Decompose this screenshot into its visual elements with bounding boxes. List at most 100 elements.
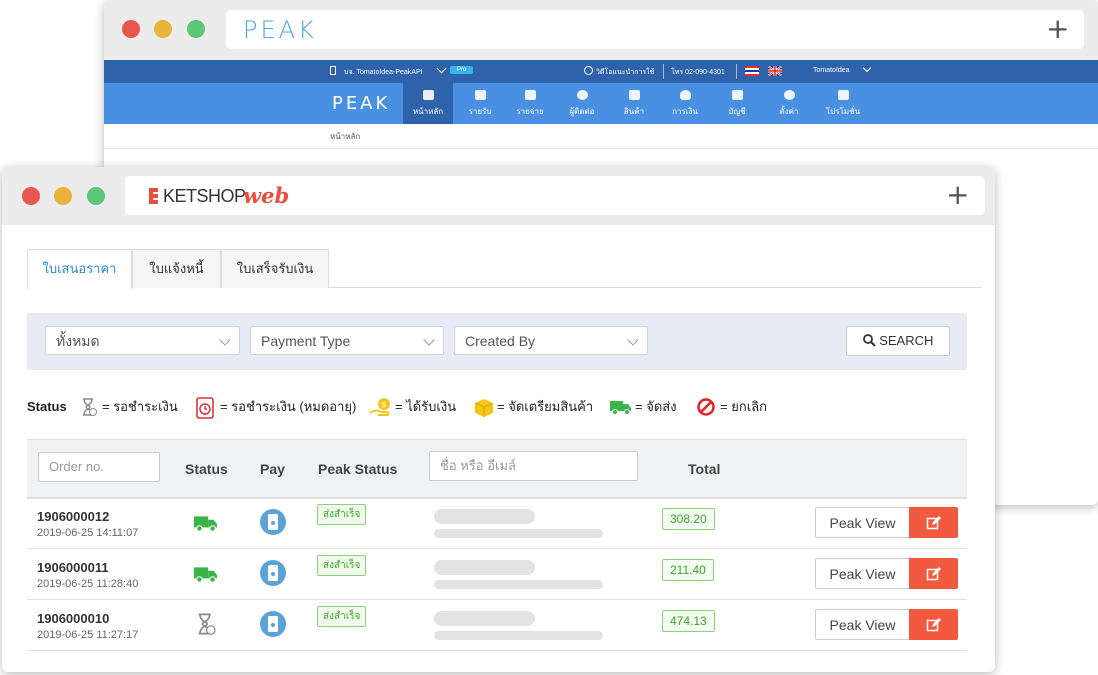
peak-nav-logo[interactable]: PEAK [332,93,390,114]
svg-text:$: $ [382,400,387,409]
legend-title: Status [27,399,67,414]
company-name[interactable]: บจ. TomatoIdea-PeakAPI [344,67,423,78]
phone-text: โทร 02-090-4301 [671,69,725,76]
briefcase-icon [731,90,743,100]
filter-bar: ทั้งหมด Payment Type Created By SEARCH [27,313,967,370]
table-row[interactable]: 1906000010 2019-06-25 11:27:17 ส่งสำเร็จ… [27,600,967,651]
new-tab-plus-icon[interactable]: + [946,181,969,209]
total-amount: 474.13 [662,610,715,632]
peak-topbar: บจ. TomatoIdea-PeakAPI Pro วิดีโอแนะนำกา… [104,60,1098,83]
maximize-dot[interactable] [187,20,205,38]
nav-income[interactable]: รายรับ [455,83,505,124]
total-amount: 211.40 [662,559,714,581]
created-by-select[interactable]: Created By [454,326,648,355]
col-pay: Pay [260,461,285,477]
ketshop-window-chrome: KETSHOP web + [2,167,995,225]
table-row[interactable]: 1906000011 2019-06-25 11:28:40 ส่งสำเร็จ… [27,549,967,600]
cancel-icon [696,397,716,420]
name-placeholder-bar [434,509,535,524]
order-no-input[interactable]: Order no. [38,452,160,482]
maximize-dot[interactable] [87,187,105,205]
email-placeholder-bar [434,580,603,589]
divider [736,64,737,79]
income-icon [474,90,486,100]
package-icon [473,397,495,422]
nav-expense[interactable]: รายจ่าย [505,83,555,124]
peak-view-button[interactable]: Peak View [815,558,910,589]
legend-label: = จัดเตรียมสินค้า [497,399,594,414]
nav-label: รายจ่าย [516,107,544,116]
email-placeholder-bar [434,631,603,640]
peak-view-button[interactable]: Peak View [815,507,910,538]
close-dot[interactable] [122,20,140,38]
uk-flag-icon[interactable] [768,66,782,76]
nav-label: หน้าหลัก [412,107,444,116]
minimize-dot[interactable] [54,187,72,205]
close-dot[interactable] [22,187,40,205]
money-bag-icon [679,90,691,100]
peak-status-badge: ส่งสำเร็จ [317,504,367,525]
breadcrumb[interactable]: หน้าหลัก [330,130,360,143]
chevron-down-icon[interactable] [862,63,872,73]
legend-label: = ยกเลิก [720,399,767,414]
search-label: SEARCH [879,333,934,348]
nav-products[interactable]: สินค้า [609,83,659,124]
nav-promotion[interactable]: โปรโมชั่น [816,83,870,124]
order-number[interactable]: 1906000012 [37,509,109,524]
payment-type-select[interactable]: Payment Type [250,326,444,355]
ketshop-address-bar[interactable]: KETSHOP web [125,176,985,215]
nav-accounting[interactable]: บัญชี [712,83,762,124]
play-icon[interactable] [584,66,593,75]
peak-window-chrome: PEAK + [104,0,1098,60]
table-header: Order no. Status Pay Peak Status ชื่อ หร… [27,439,967,499]
chevron-down-icon [219,334,231,346]
tab-quotation[interactable]: ใบเสนอราคา [27,249,132,289]
edit-button[interactable] [909,609,958,640]
minimize-dot[interactable] [154,20,172,38]
nav-label: สินค้า [623,107,645,116]
nav-label: โปรโมชั่น [825,107,861,116]
edit-icon [926,567,941,581]
peak-navbar: PEAK หน้าหลัก รายรับ รายจ่าย ผู้ติดต่อ ส… [104,83,1098,124]
plan-badge: Pro [450,66,474,74]
order-number[interactable]: 1906000010 [37,611,109,626]
name-placeholder-bar [434,560,535,575]
gear-icon [783,90,795,100]
nav-label: รายรับ [468,107,492,116]
delivery-truck-icon [609,397,633,420]
name-placeholder-bar [434,611,535,626]
video-guide-link[interactable]: วิดีโอแนะนำการใช้ [596,67,654,78]
nav-contacts[interactable]: ผู้ติดต่อ [557,83,607,124]
peak-view-button[interactable]: Peak View [815,609,910,640]
table-row[interactable]: 1906000012 2019-06-25 14:11:07 ส่งสำเร็จ… [27,498,967,549]
peak-address-bar[interactable]: PEAK [226,10,1084,49]
nav-finance[interactable]: การเงิน [660,83,710,124]
nav-home[interactable]: หน้าหลัก [403,83,453,124]
chevron-down-icon[interactable] [436,63,447,74]
status-select[interactable]: ทั้งหมด [45,326,240,355]
total-amount: 308.20 [662,508,715,530]
nav-label: การเงิน [672,107,698,116]
search-button[interactable]: SEARCH [846,326,950,356]
grid-icon [422,90,434,100]
tab-invoice[interactable]: ใบแจ้งหนี้ [132,249,221,288]
col-peak-status: Peak Status [318,461,398,477]
new-tab-plus-icon[interactable]: + [1046,15,1069,43]
edit-button[interactable] [909,507,958,538]
divider [663,64,664,79]
delivery-truck-icon [192,563,220,590]
ketshop-logo-web: web [243,183,290,208]
expense-icon [524,90,536,100]
thai-flag-icon[interactable] [745,66,759,76]
created-by-value: Created By [465,333,536,349]
order-date: 2019-06-25 14:11:07 [37,527,139,539]
nav-settings[interactable]: ตั้งค่า [764,83,814,124]
peak-logo: PEAK [243,16,317,44]
name-email-input[interactable]: ชื่อ หรือ อีเมล์ [429,451,638,481]
user-name[interactable]: TomatoIdea [813,67,850,74]
tab-receipt[interactable]: ใบเสร็จรับเงิน [221,249,329,288]
name-email-placeholder: ชื่อ หรือ อีเมล์ [440,458,517,473]
edit-button[interactable] [909,558,958,589]
status-select-value: ทั้งหมด [56,333,100,349]
order-number[interactable]: 1906000011 [37,560,109,575]
